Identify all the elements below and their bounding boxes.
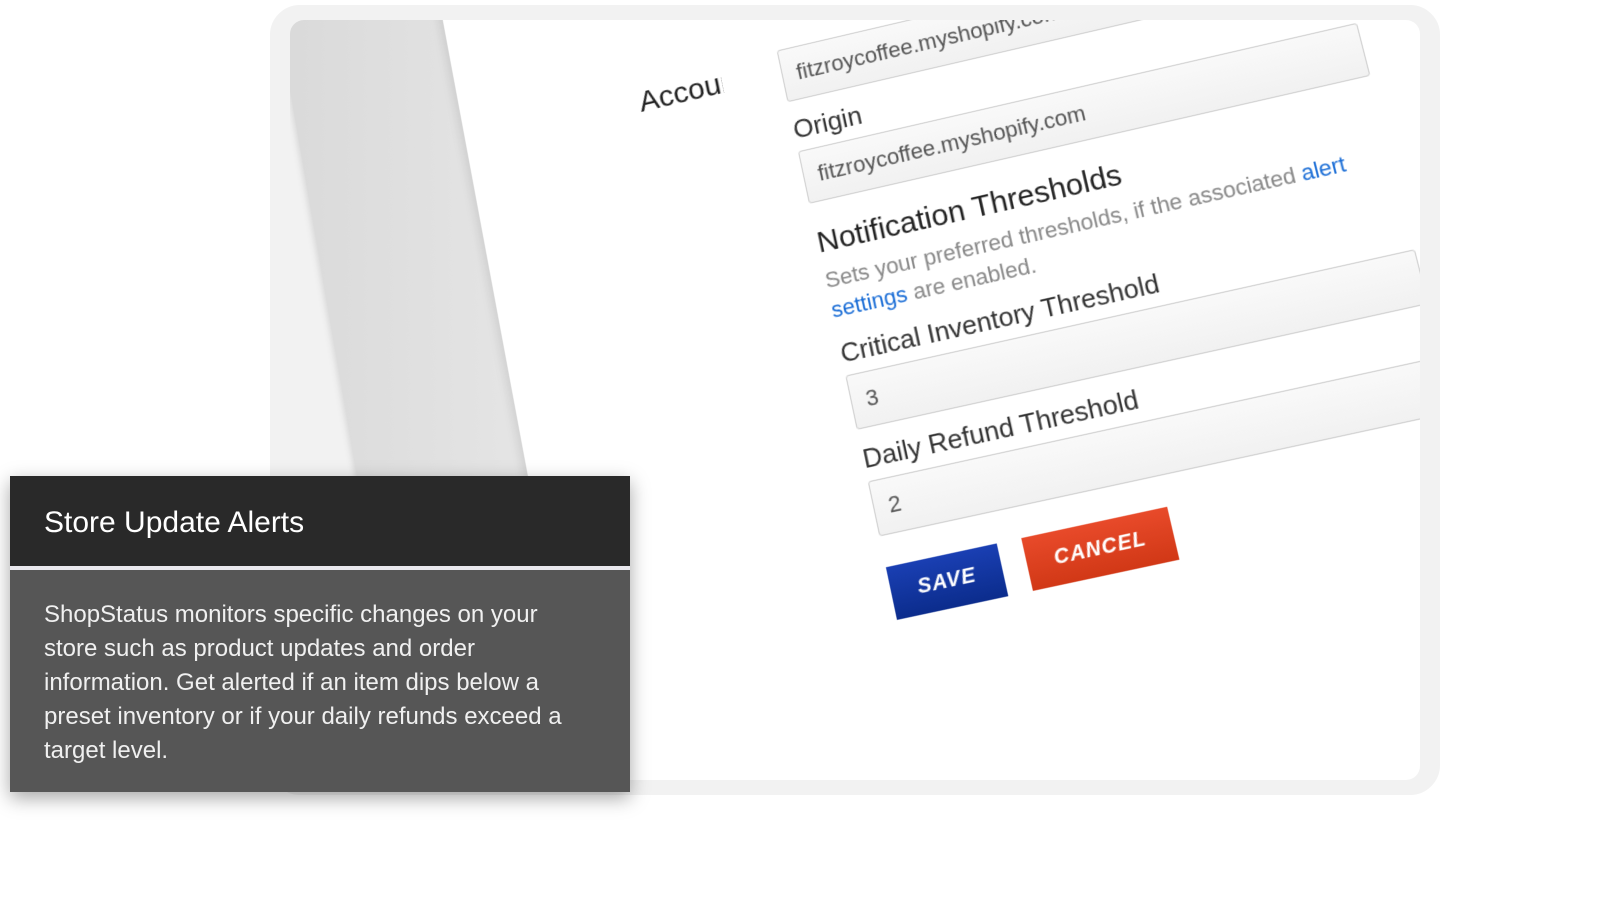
info-overlay-card: Store Update Alerts ShopStatus monitors …: [10, 476, 630, 792]
overlay-body: ShopStatus monitors specific changes on …: [10, 570, 630, 792]
cancel-button[interactable]: CANCEL: [1022, 507, 1180, 591]
save-button[interactable]: SAVE: [886, 544, 1008, 621]
overlay-title: Store Update Alerts: [10, 476, 630, 570]
